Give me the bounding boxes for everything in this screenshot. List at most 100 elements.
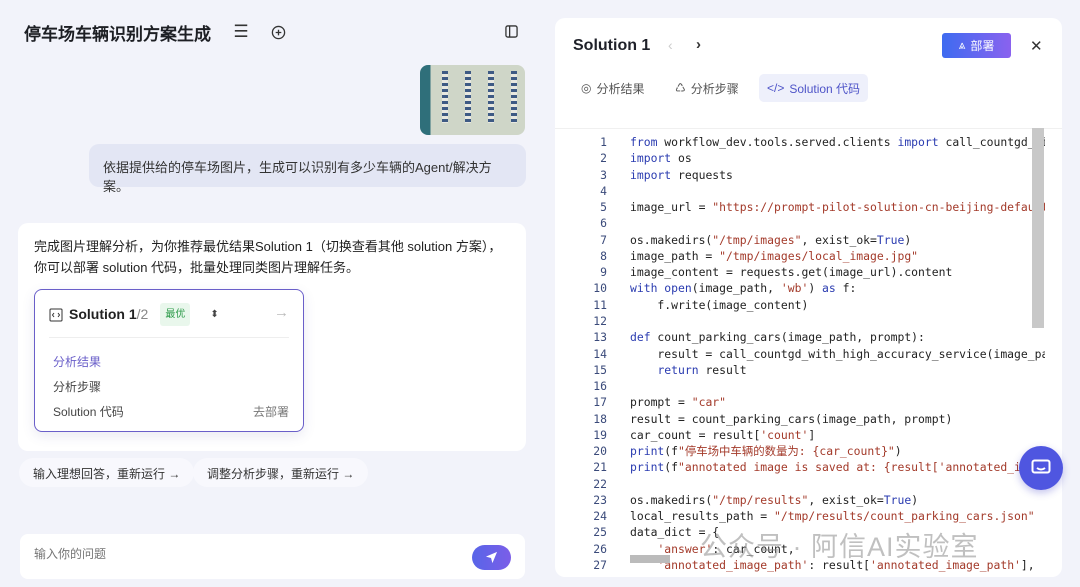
rerun-with-ideal-answer-button[interactable]: 输入理想回答，重新运行 → xyxy=(19,458,195,487)
next-solution-icon[interactable]: › xyxy=(696,36,701,53)
line-number: 10 xyxy=(593,281,607,296)
add-circle-icon[interactable] xyxy=(268,22,288,42)
code-token: workflow_dev.tools.served.clients xyxy=(657,135,898,149)
line-number: 11 xyxy=(593,297,607,312)
code-token: "https://prompt-pilot-solution-cn-beijin… xyxy=(712,200,1045,215)
code-token: "停车场中车辆的数量为: {car_count}" xyxy=(678,444,895,459)
steps-icon: ♺ xyxy=(675,81,686,95)
chat-pane: 停车场车辆识别方案生成 ☰ 依据提供给的停车场图片，生成可以识别有多少车辆的Ag… xyxy=(0,0,540,587)
line-number: 25 xyxy=(593,525,607,540)
code-icon xyxy=(49,308,63,321)
line-number: 7 xyxy=(600,232,607,247)
line-number: 13 xyxy=(593,330,607,345)
code-token: , exist_ok= xyxy=(801,232,877,247)
line-number: 9 xyxy=(600,265,607,280)
rerun-adjust-steps-button[interactable]: 调整分析步骤，重新运行 → xyxy=(193,458,369,487)
code-token: from xyxy=(630,135,658,149)
code-token: ) xyxy=(904,232,912,247)
code-line: image_path = "/tmp/images/local_image.jp… xyxy=(630,248,1045,264)
question-input[interactable] xyxy=(34,547,454,561)
code-token: "/tmp/images/local_image.jpg" xyxy=(719,248,919,263)
watermark: 公众号 · 阿信AI实验室 xyxy=(700,532,979,562)
code-line: car_count = result['count'] xyxy=(630,427,1045,443)
line-number: 15 xyxy=(593,362,607,377)
code-token: , exist_ok= xyxy=(808,492,884,507)
go-deploy-link[interactable]: 去部署 xyxy=(253,402,289,423)
solution-item-analysis-result[interactable]: 分析结果 xyxy=(53,352,101,373)
line-number: 17 xyxy=(593,395,607,410)
send-icon xyxy=(485,551,498,564)
code-token: True xyxy=(883,492,912,507)
switch-solution-icon[interactable]: ⬍ xyxy=(210,304,218,325)
solution-item-analysis-steps[interactable]: 分析步骤 xyxy=(53,377,101,398)
deploy-icon: ⩓ xyxy=(958,38,966,52)
code-line: import os xyxy=(630,150,1045,166)
code-line: f.write(image_content) xyxy=(630,297,1045,313)
tab-label: 分析步骤 xyxy=(690,81,739,96)
code-line: result = count_parking_cars(image_path, … xyxy=(630,411,1045,427)
solution-item-code[interactable]: Solution 代码 xyxy=(53,402,124,423)
horizontal-scrollbar[interactable] xyxy=(630,555,670,563)
code-token: os.makedirs( xyxy=(630,492,713,507)
line-number: 22 xyxy=(593,476,607,491)
tab-label: Solution 代码 xyxy=(789,81,861,96)
code-line: image_content = requests.get(image_url).… xyxy=(630,264,1045,280)
panel-title: Solution 1 xyxy=(573,37,651,54)
close-icon[interactable]: ✕ xyxy=(1030,37,1043,55)
code-token: result = count_parking_cars(image_path, … xyxy=(630,411,953,426)
code-token: os xyxy=(671,151,692,166)
code-line: image_url = "https://prompt-pilot-soluti… xyxy=(630,199,1045,215)
line-number: 20 xyxy=(593,444,607,459)
code-line: print(f"annotated image is saved at: {re… xyxy=(630,459,1045,475)
tab-analysis-result[interactable]: ◎ 分析结果 xyxy=(573,74,653,102)
tab-solution-code[interactable]: </> Solution 代码 xyxy=(759,74,869,102)
feedback-chat-button[interactable] xyxy=(1019,446,1063,490)
line-number: 5 xyxy=(600,200,607,215)
code-line: local_results_path = "/tmp/results/count… xyxy=(630,508,1045,524)
deploy-button[interactable]: ⩓ 部署 xyxy=(942,33,1011,58)
code-token: image_url = xyxy=(630,200,713,215)
code-line: from workflow_dev.tools.served.clients i… xyxy=(630,134,1045,150)
assistant-reply: 完成图片理解分析，为你推荐最优结果Solution 1（切换查看其他 solut… xyxy=(18,223,526,451)
prev-solution-icon[interactable]: ‹ xyxy=(668,37,673,53)
code-token: ) xyxy=(911,492,919,507)
solution-card[interactable]: Solution 1/2 最优 ⬍ → 分析结果 分析步骤 Solution 代… xyxy=(34,289,304,432)
code-token: import xyxy=(897,135,939,149)
divider xyxy=(555,128,1062,129)
solution-panel: Solution 1 ‹ › ⩓ 部署 ✕ ◎ 分析结果 ♺ 分析步骤 </> Solu… xyxy=(555,18,1062,577)
solution-count: /2 xyxy=(136,306,149,322)
line-number: 1 xyxy=(600,135,607,149)
arrow-right-icon[interactable]: → xyxy=(274,302,289,323)
line-number: 23 xyxy=(593,492,607,507)
code-token: ) xyxy=(894,444,902,459)
user-message: 依据提供给的停车场图片，生成可以识别有多少车辆的Agent/解决方案。 xyxy=(89,144,526,194)
code-line: prompt = "car" xyxy=(630,394,1045,410)
page-title: 停车场车辆识别方案生成 xyxy=(24,25,211,44)
code-line: print(f"停车场中车辆的数量为: {car_count}") xyxy=(630,443,1045,459)
code-token: "car" xyxy=(691,395,727,410)
code-token: import xyxy=(630,167,672,182)
code-line: def count_parking_cars(image_path, promp… xyxy=(630,329,1045,345)
tab-label: 分析结果 xyxy=(596,81,645,96)
best-badge: 最优 xyxy=(160,303,191,326)
vertical-scrollbar[interactable] xyxy=(1032,128,1044,328)
send-button[interactable] xyxy=(472,545,511,570)
code-token: ], xyxy=(1020,558,1035,573)
code-brackets-icon: </> xyxy=(767,81,785,95)
code-token: ) xyxy=(808,281,823,296)
uploaded-parking-lot-image[interactable] xyxy=(420,65,525,135)
solution-title: Solution 1 xyxy=(69,306,137,322)
code-token: 'wb' xyxy=(780,281,809,296)
code-token: f: xyxy=(835,281,857,296)
tab-analysis-steps[interactable]: ♺ 分析步骤 xyxy=(667,74,747,102)
menu-icon[interactable]: ☰ xyxy=(231,22,251,42)
code-token: "/tmp/images" xyxy=(712,232,802,247)
code-token: (f xyxy=(664,444,679,459)
sidebar-toggle-icon[interactable] xyxy=(502,22,520,40)
